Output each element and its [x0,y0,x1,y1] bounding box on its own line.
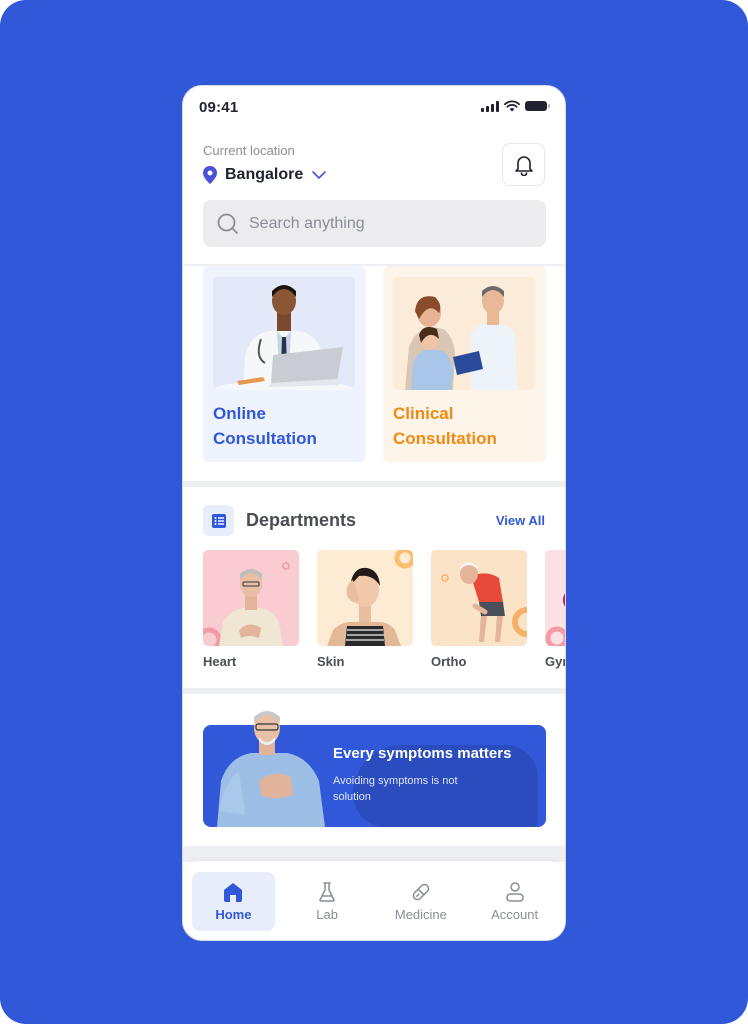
nav-label-lab: Lab [316,907,338,922]
departments-title: Departments [246,510,357,530]
location-selector[interactable]: Bangalore [203,166,327,184]
search-bar[interactable] [203,200,546,247]
home-icon [224,883,243,902]
location-label: Current location [203,143,295,158]
departments-icon-box [203,505,234,536]
user-icon [505,882,524,902]
online-consultation-title-line2: Consultation [213,429,317,448]
status-time: 09:41 [199,99,239,116]
department-image-heart [203,550,299,646]
clinical-consultation-title-line1: Clinical [393,404,454,423]
department-image-gynecology [545,550,565,646]
nav-item-medicine[interactable]: Medicine [380,872,463,931]
wifi-icon [504,100,520,112]
banner-subtitle: Avoiding symptoms is not solution [333,775,458,803]
list-icon [211,513,226,528]
nav-label-home: Home [215,907,252,922]
nav-label-account: Account [491,907,539,922]
status-icons [481,100,550,112]
departments-list: Heart Skin Ortho Gy [203,550,565,669]
department-label: Gynecology [545,654,565,669]
phone-screen: 09:41 Current location Bangalore Search … [182,85,566,941]
location-value: Bangalore [225,166,304,183]
clinical-consultation-title-line2: Consultation [393,429,497,448]
nav-item-lab[interactable]: Lab [286,872,369,931]
signal-icon [481,100,499,112]
bell-icon [514,155,533,176]
notifications-button[interactable] [502,143,545,186]
department-image-skin [317,550,413,646]
nav-item-home[interactable]: Home [192,872,275,931]
search-icon [217,213,238,234]
department-item-skin[interactable]: Skin [317,550,413,669]
clinical-consultation-card[interactable]: Clinical Consultation [383,266,546,462]
status-bar: 09:41 [183,86,565,130]
department-image-ortho [431,550,527,646]
department-label: Heart [203,654,237,669]
section-divider [183,846,565,862]
banner-title: Every symptoms matters [333,745,512,762]
flask-icon [319,882,335,902]
bottom-navigation: Home Lab Medicine Account [183,861,565,940]
online-consultation-image [213,277,355,390]
department-label: Skin [317,654,345,669]
section-divider [183,481,565,487]
battery-icon [525,101,550,111]
online-consultation-card[interactable]: Online Consultation [203,266,366,462]
clinical-consultation-image [393,277,535,390]
location-pin-icon [203,166,217,184]
nav-label-medicine: Medicine [394,907,447,922]
banner-person-image [217,711,325,827]
symptoms-banner[interactable]: Every symptoms matters Avoiding symptoms… [203,711,546,827]
department-item-gynecology[interactable]: Gynecology [545,550,565,669]
clinical-consultation-title: Clinical Consultation [393,401,538,451]
search-input[interactable] [249,214,529,233]
section-divider [183,688,565,694]
view-all-link[interactable]: View All [496,513,545,528]
department-label: Ortho [431,654,467,669]
chevron-down-icon [312,171,327,179]
department-item-heart[interactable]: Heart [203,550,299,669]
online-consultation-title: Online Consultation [213,401,358,451]
pill-icon [412,883,430,901]
online-consultation-title-line1: Online [213,404,266,423]
department-item-ortho[interactable]: Ortho [431,550,527,669]
nav-item-account[interactable]: Account [473,872,556,931]
